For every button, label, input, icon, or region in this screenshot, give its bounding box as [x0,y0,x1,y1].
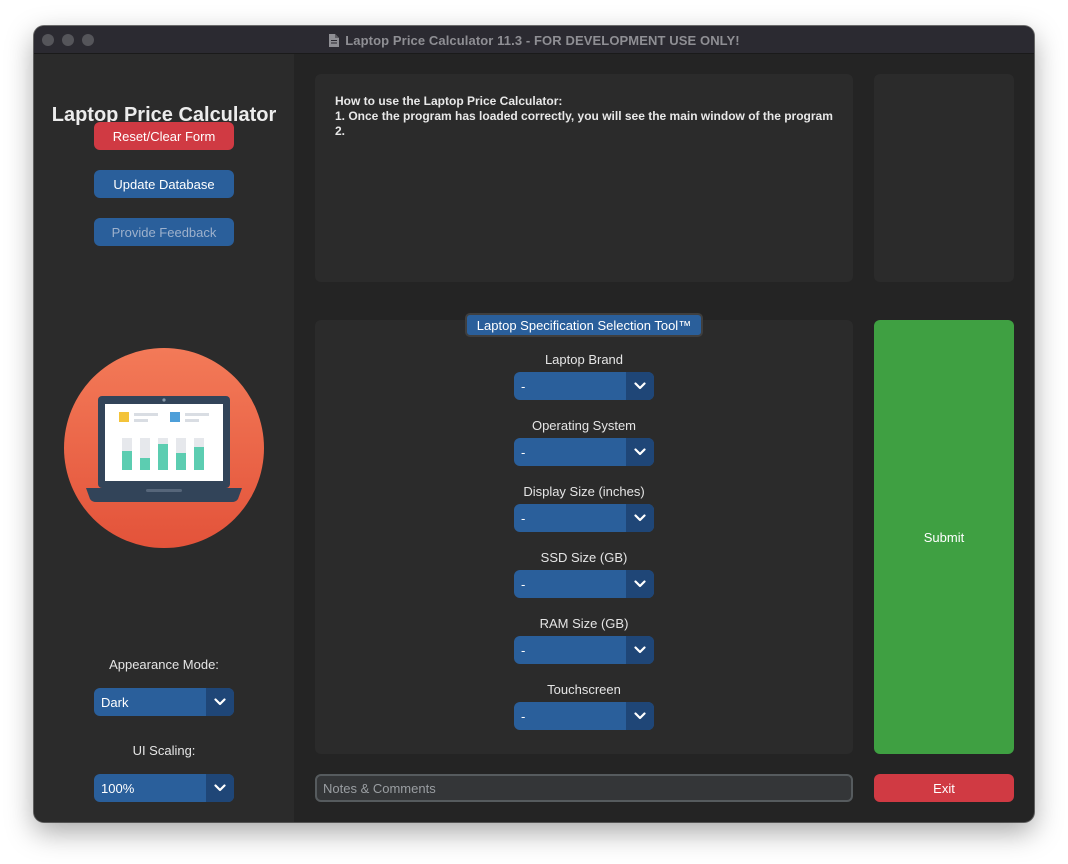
ssd-size-select[interactable]: - [514,570,654,598]
document-icon [329,33,340,47]
appearance-mode-label: Appearance Mode: [109,657,219,672]
notes-comments-input[interactable] [315,774,853,802]
operating-system-select[interactable]: - [514,438,654,466]
laptop-brand-select[interactable]: - [514,372,654,400]
title-bar: Laptop Price Calculator 11.3 - FOR DEVEL… [34,26,1034,54]
ram-size-label: RAM Size (GB) [539,616,629,631]
instructions-line-2: 2. [335,124,346,138]
chevron-down-icon[interactable] [626,372,654,400]
ui-scaling-label: UI Scaling: [132,743,196,758]
laptop-brand-label: Laptop Brand [544,352,624,367]
ssd-size-value: - [521,577,526,592]
reset-clear-form-button[interactable]: Reset/Clear Form [94,122,234,150]
operating-system-value: - [521,445,526,460]
ui-scaling-select[interactable]: 100% [94,774,234,802]
exit-button[interactable]: Exit [874,774,1014,802]
ram-size-value: - [521,643,526,658]
app-window: Laptop Price Calculator 11.3 - FOR DEVEL… [34,26,1034,822]
touchscreen-value: - [521,709,526,724]
appearance-mode-value: Dark [101,695,129,710]
chevron-down-icon[interactable] [206,774,234,802]
spec-tool-title: Laptop Specification Selection Tool™ [465,313,703,337]
display-size-label: Display Size (inches) [523,484,645,499]
ui-scaling-value: 100% [101,781,135,796]
side-info-panel [874,74,1014,282]
touchscreen-label: Touchscreen [547,682,621,697]
operating-system-label: Operating System [531,418,637,433]
instructions-heading: How to use the Laptop Price Calculator: [335,94,563,108]
display-size-select[interactable]: - [514,504,654,532]
ram-size-select[interactable]: - [514,636,654,664]
appearance-mode-select[interactable]: Dark [94,688,234,716]
instructions-text: How to use the Laptop Price Calculator: … [335,94,855,139]
update-database-button[interactable]: Update Database [94,170,234,198]
window-title: Laptop Price Calculator 11.3 - FOR DEVEL… [345,32,740,48]
instructions-panel: How to use the Laptop Price Calculator: … [315,74,853,282]
chevron-down-icon[interactable] [206,688,234,716]
provide-feedback-button[interactable]: Provide Feedback [94,218,234,246]
touchscreen-select[interactable]: - [514,702,654,730]
chevron-down-icon[interactable] [626,636,654,664]
submit-button[interactable]: Submit [874,320,1014,754]
chevron-down-icon[interactable] [626,438,654,466]
instructions-line-1: 1. Once the program has loaded correctly… [335,109,833,123]
ssd-size-label: SSD Size (GB) [540,550,628,565]
window-title-group: Laptop Price Calculator 11.3 - FOR DEVEL… [34,26,1034,54]
laptop-brand-value: - [521,379,526,394]
display-size-value: - [521,511,526,526]
chevron-down-icon[interactable] [626,504,654,532]
chevron-down-icon[interactable] [626,702,654,730]
chevron-down-icon[interactable] [626,570,654,598]
laptop-dashboard-illustration [64,348,264,548]
sidebar: Laptop Price Calculator Reset/Clear Form… [34,54,294,822]
